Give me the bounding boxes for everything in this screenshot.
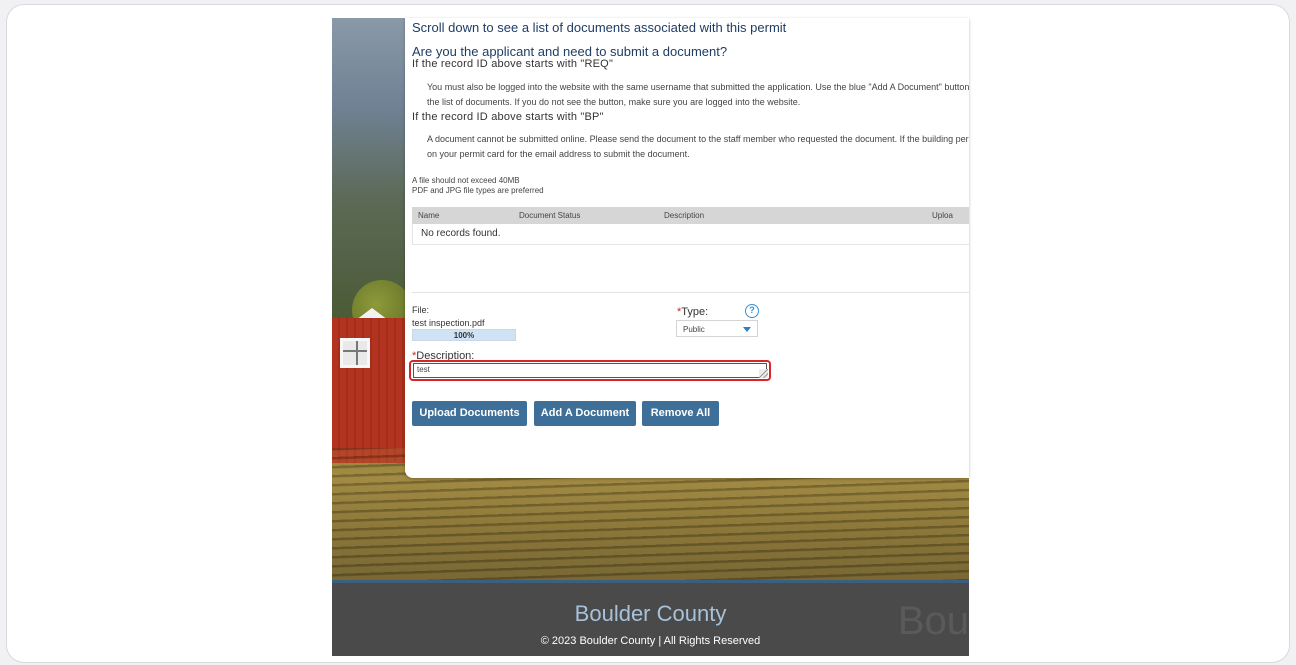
bp-instructions: A document cannot be submitted online. P… [427, 132, 969, 162]
file-label: File: [412, 305, 430, 315]
documents-table: Name Document Status Description Uploa N… [412, 207, 969, 245]
column-header-name[interactable]: Name [418, 211, 439, 220]
file-name: test inspection.pdf [412, 318, 485, 328]
site-footer: Bou Boulder County © 2023 Boulder County… [332, 580, 969, 656]
column-header-status[interactable]: Document Status [519, 211, 580, 220]
upload-progress-bar: 100% [412, 329, 516, 341]
type-label: *Type: [677, 306, 708, 318]
footer-title: Boulder County [574, 601, 727, 626]
chevron-down-icon [743, 327, 751, 332]
empty-message: No records found. [421, 228, 501, 239]
description-textarea[interactable]: test [413, 363, 767, 378]
section-divider [412, 292, 969, 293]
type-select-value: Public [683, 325, 705, 334]
remove-all-button[interactable]: Remove All [642, 401, 719, 426]
table-row: No records found. [412, 224, 969, 245]
req-instructions-line: You must also be logged into the website… [427, 82, 969, 92]
barn-window [340, 338, 370, 368]
resize-handle-icon[interactable] [759, 369, 768, 378]
bp-instructions-line: on your permit card for the email addres… [427, 149, 690, 159]
type-label-text: Type: [681, 306, 709, 318]
req-instructions: You must also be logged into the website… [427, 80, 969, 110]
progress-text: 100% [453, 331, 475, 340]
question-circle-icon[interactable]: ? [745, 304, 759, 318]
upload-documents-button[interactable]: Upload Documents [412, 401, 527, 426]
description-highlight: test [409, 360, 771, 381]
add-document-button[interactable]: Add A Document [534, 401, 636, 426]
column-header-description[interactable]: Description [664, 211, 704, 220]
footer-copyright: © 2023 Boulder County | All Rights Reser… [540, 635, 761, 647]
column-header-uploaded[interactable]: Uploa [932, 211, 953, 220]
req-heading: If the record ID above starts with "REQ" [412, 58, 614, 70]
mountain-image [332, 18, 412, 318]
file-size-limit: A file should not exceed 40MB [412, 176, 520, 185]
bp-instructions-line: A document cannot be submitted online. P… [427, 134, 969, 144]
table-header: Name Document Status Description Uploa [412, 207, 969, 224]
scroll-hint: Scroll down to see a list of documents a… [412, 20, 787, 35]
bp-heading: If the record ID above starts with "BP" [412, 111, 604, 123]
type-select[interactable]: Public [676, 320, 758, 337]
documents-panel: Scroll down to see a list of documents a… [405, 18, 969, 478]
req-instructions-line: the list of documents. If you do not see… [427, 97, 801, 107]
file-type-hint: PDF and JPG file types are preferred [412, 186, 544, 195]
applicant-heading: Are you the applicant and need to submit… [412, 44, 728, 59]
file-limits: A file should not exceed 40MB PDF and JP… [412, 176, 544, 196]
